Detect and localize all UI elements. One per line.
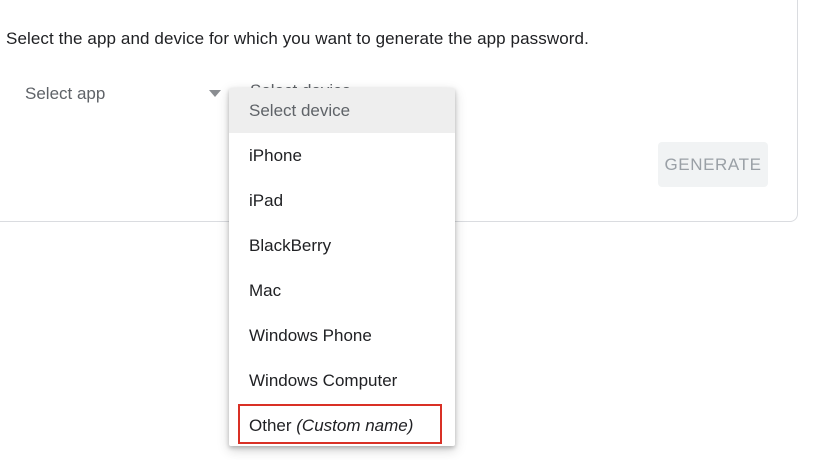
other-option-label: Other xyxy=(249,416,292,435)
device-option-windows-phone[interactable]: Windows Phone xyxy=(229,313,455,358)
device-option-iphone[interactable]: iPhone xyxy=(229,133,455,178)
generate-button[interactable]: GENERATE xyxy=(658,142,768,187)
device-option-mac[interactable]: Mac xyxy=(229,268,455,313)
dropdown-header-select-device: Select device xyxy=(229,88,455,133)
device-option-blackberry[interactable]: BlackBerry xyxy=(229,223,455,268)
select-app-dropdown[interactable]: Select app xyxy=(8,76,226,114)
caret-down-icon xyxy=(209,90,221,97)
device-dropdown-menu: Select device iPhone iPad BlackBerry Mac… xyxy=(229,88,455,446)
custom-name-hint: (Custom name) xyxy=(296,416,414,435)
instruction-text: Select the app and device for which you … xyxy=(6,29,589,48)
device-option-other[interactable]: Other (Custom name) xyxy=(229,403,455,446)
device-option-windows-computer[interactable]: Windows Computer xyxy=(229,358,455,403)
device-option-ipad[interactable]: iPad xyxy=(229,178,455,223)
select-app-label: Select app xyxy=(25,84,106,103)
